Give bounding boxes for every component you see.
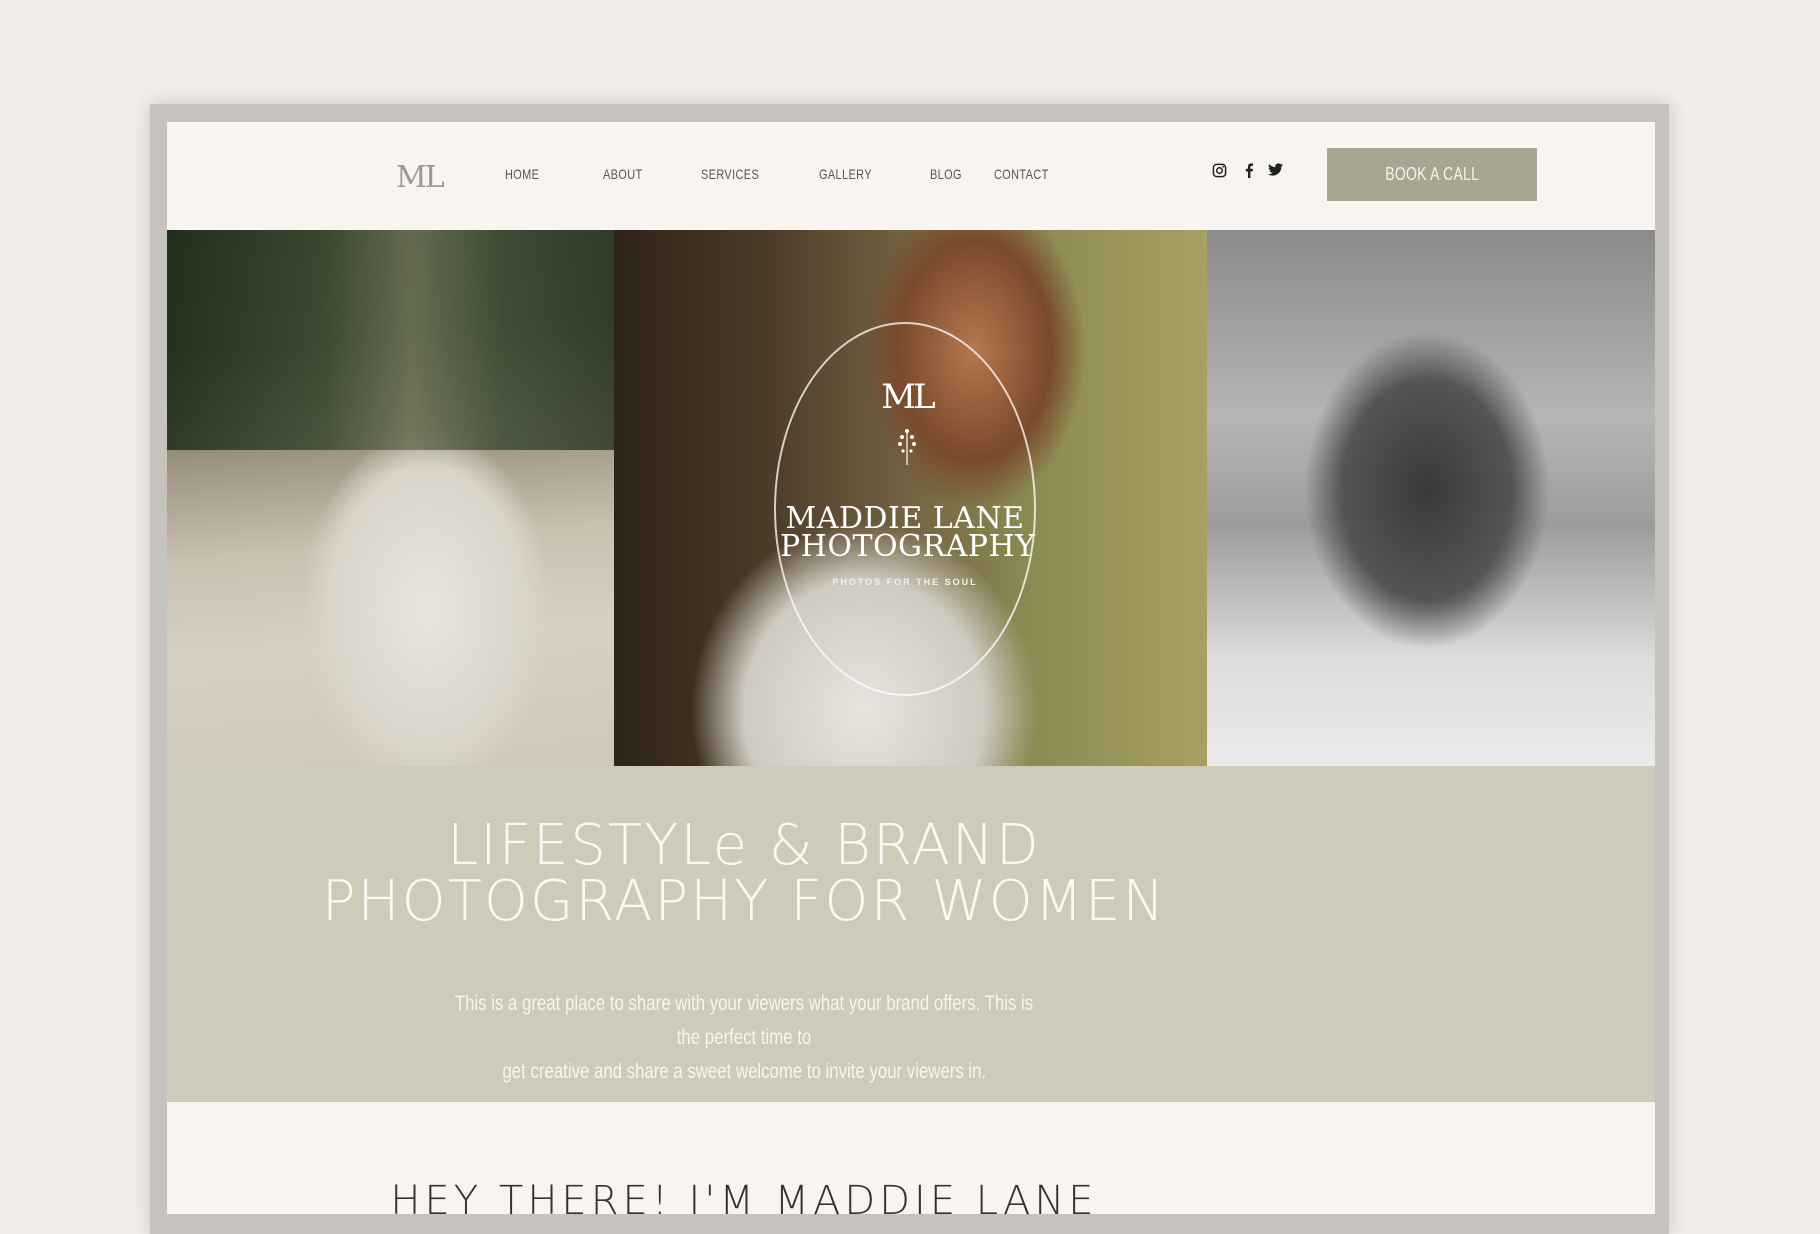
- body-line2: get creative and share a sweet welcome t…: [502, 1060, 986, 1083]
- about-heading: HEY THERE! I'M MADDIE LANE: [390, 1178, 1098, 1224]
- nav-gallery[interactable]: GALLERY: [819, 166, 872, 182]
- instagram-icon[interactable]: [1210, 163, 1228, 181]
- nav-about[interactable]: ABOUT: [603, 166, 643, 182]
- nav-blog[interactable]: BLOG: [930, 166, 962, 182]
- intro-headline: LIFESTYLe & BRAND PHOTOGRAPHY FOR WOMEN: [0, 818, 1488, 930]
- facebook-icon[interactable]: [1240, 163, 1258, 181]
- photo-woman-on-path: [167, 230, 614, 766]
- brand-name-line2: PHOTOGRAPHY: [780, 529, 1036, 564]
- nav-services[interactable]: SERVICES: [701, 166, 759, 182]
- sprig-icon: [892, 425, 922, 465]
- site-header: ML HOME ABOUT SERVICES GALLERY BLOG CONT…: [167, 122, 1655, 230]
- brand-name: MADDIE LANE PHOTOGRAPHY: [780, 504, 1036, 564]
- book-a-call-button[interactable]: BOOK A CALL: [1327, 148, 1537, 201]
- twitter-icon[interactable]: [1266, 163, 1284, 181]
- body-line1: This is a great place to share with your…: [454, 992, 1034, 1049]
- headline-line1: LIFESTYLe & BRAND: [447, 813, 1041, 878]
- headline-line2: PHOTOGRAPHY FOR WOMEN: [321, 869, 1167, 934]
- intro-body: This is a great place to share with your…: [370, 987, 1118, 1089]
- social-links: [1210, 163, 1284, 181]
- brand-tagline: PHOTOS FOR THE SOUL: [832, 577, 978, 587]
- nav-contact[interactable]: CONTACT: [994, 166, 1049, 182]
- brand-monogram: ML: [881, 377, 935, 417]
- site-logo[interactable]: ML: [396, 160, 445, 195]
- nav-home[interactable]: HOME: [505, 166, 539, 182]
- photo-woman-black-white: [1207, 230, 1655, 766]
